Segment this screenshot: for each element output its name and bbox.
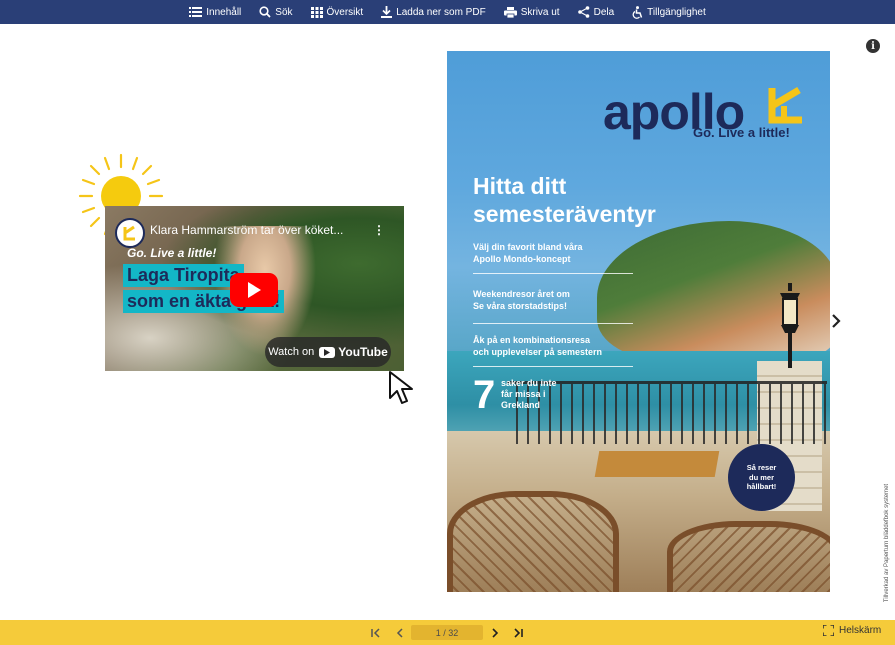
bottom-pager-bar: 1 / 32 Helskärm bbox=[0, 620, 895, 645]
toolbar-search-button[interactable]: Sök bbox=[259, 6, 293, 18]
pointer-cursor-icon bbox=[389, 371, 413, 404]
watch-on-youtube-button[interactable]: Watch on YouTube bbox=[265, 337, 391, 367]
fullscreen-icon bbox=[823, 625, 834, 636]
cover-chair-left bbox=[447, 491, 619, 592]
apollo-mark-icon bbox=[123, 225, 135, 241]
toolbar-contents-label: Innehåll bbox=[206, 6, 242, 18]
toolbar-overview-button[interactable]: Översikt bbox=[310, 6, 364, 18]
paperturn-credit[interactable]: Tillverkad av Paperturn bläddefbok syste… bbox=[880, 480, 890, 615]
next-page-arrow-icon[interactable] bbox=[829, 311, 843, 331]
print-icon bbox=[503, 6, 517, 18]
download-icon bbox=[381, 6, 393, 18]
youtube-logo: YouTube bbox=[319, 345, 388, 359]
cover-line-combo-b: och upplevelser på semestern bbox=[473, 347, 603, 357]
youtube-video-embed[interactable]: Klara Hammarström tar över köket... ⋮ Go… bbox=[105, 206, 404, 371]
toolbar-download-pdf-label: Ladda ner som PDF bbox=[396, 6, 486, 18]
cover-line-mondo-b: Apollo Mondo-koncept bbox=[473, 254, 571, 264]
fullscreen-label: Helskärm bbox=[839, 625, 882, 636]
badge-line-a: Så reser bbox=[746, 462, 777, 472]
last-page-button[interactable] bbox=[510, 625, 526, 641]
toolbar-accessibility-button[interactable]: Tillgänglighet bbox=[632, 5, 706, 19]
cover-divider bbox=[473, 366, 633, 367]
credit-text: Tillverkad av Paperturn bläddefbok syste… bbox=[884, 483, 890, 603]
top-toolbar: Innehåll Sök Översikt Ladda ner som PDF … bbox=[0, 0, 895, 24]
toolbar-share-label: Dela bbox=[593, 6, 615, 18]
cover-seven-text-b: får missa i bbox=[501, 389, 546, 399]
toolbar-share-button[interactable]: Dela bbox=[577, 6, 615, 18]
toolbar-accessibility-label: Tillgänglighet bbox=[647, 6, 706, 18]
prev-page-button[interactable] bbox=[392, 625, 408, 641]
youtube-brand-label: YouTube bbox=[338, 345, 388, 359]
video-header: Klara Hammarström tar över köket... ⋮ bbox=[105, 214, 404, 248]
cover-seven-text-c: Grekland bbox=[501, 400, 541, 410]
play-icon bbox=[248, 282, 261, 298]
search-icon bbox=[259, 6, 271, 18]
cover-chair-right bbox=[667, 521, 830, 592]
chevron-left-icon bbox=[396, 628, 403, 638]
badge-line-c: hållbart! bbox=[746, 482, 777, 492]
apollo-logo-mark-icon bbox=[768, 86, 802, 124]
channel-avatar[interactable] bbox=[115, 218, 145, 248]
toolbar-print-label: Skriva ut bbox=[520, 6, 560, 18]
cover-headline-line2: semesteräventyr bbox=[473, 201, 656, 227]
sustainability-badge: Så reser du mer hållbart! bbox=[728, 444, 795, 511]
video-overlay-tagline: Go. Live a little! bbox=[127, 246, 217, 260]
info-button[interactable]: i bbox=[866, 39, 880, 53]
youtube-play-button[interactable] bbox=[230, 273, 278, 307]
grid-icon bbox=[310, 6, 323, 18]
cover-headline-line1: Hitta ditt bbox=[473, 173, 567, 199]
more-options-icon[interactable]: ⋮ bbox=[373, 223, 385, 237]
menu-icon bbox=[189, 7, 203, 17]
toolbar-overview-label: Översikt bbox=[326, 6, 364, 18]
first-page-button[interactable] bbox=[369, 625, 385, 641]
cover-table bbox=[594, 451, 720, 477]
last-page-icon bbox=[514, 628, 523, 638]
cover-line-combo-a: Åk på en kombinationsresa bbox=[473, 335, 591, 345]
next-page-button[interactable] bbox=[487, 625, 503, 641]
badge-line-b: du mer bbox=[748, 472, 774, 482]
watch-on-label: Watch on bbox=[268, 346, 315, 358]
cover-line-mondo-a: Välj din favorit bland våra bbox=[473, 242, 583, 252]
cover-divider bbox=[473, 273, 633, 274]
lantern-illustration bbox=[780, 283, 800, 368]
cover-seven-text-a: saker du inte bbox=[501, 378, 557, 388]
toolbar-download-pdf-button[interactable]: Ladda ner som PDF bbox=[381, 6, 486, 18]
chevron-right-icon bbox=[492, 628, 499, 638]
toolbar-search-label: Sök bbox=[275, 6, 293, 18]
first-page-icon bbox=[371, 628, 380, 638]
accessibility-icon bbox=[632, 5, 643, 19]
toolbar-contents-button[interactable]: Innehåll bbox=[189, 7, 241, 18]
cover-line-weekend-a: Weekendresor året om bbox=[473, 289, 570, 299]
cover-railing bbox=[507, 381, 827, 444]
video-headline-line1: Laga Tiropita bbox=[123, 264, 244, 287]
fullscreen-button[interactable]: Helskärm bbox=[823, 625, 881, 636]
cover-line-weekend-b: Se våra storstadstips! bbox=[473, 301, 568, 311]
info-icon: i bbox=[871, 40, 875, 52]
page-indicator[interactable]: 1 / 32 bbox=[411, 625, 483, 640]
youtube-logo-icon bbox=[319, 346, 336, 358]
magazine-cover-page[interactable]: apollo Go. Live a little! Hitta ditt sem… bbox=[447, 51, 830, 592]
cover-divider bbox=[473, 323, 633, 324]
cover-seven-number: 7 bbox=[473, 373, 496, 417]
cover-tagline: Go. Live a little! bbox=[693, 125, 790, 140]
toolbar-print-button[interactable]: Skriva ut bbox=[503, 6, 560, 18]
video-title[interactable]: Klara Hammarström tar över köket... bbox=[150, 223, 343, 237]
share-icon bbox=[577, 6, 589, 18]
